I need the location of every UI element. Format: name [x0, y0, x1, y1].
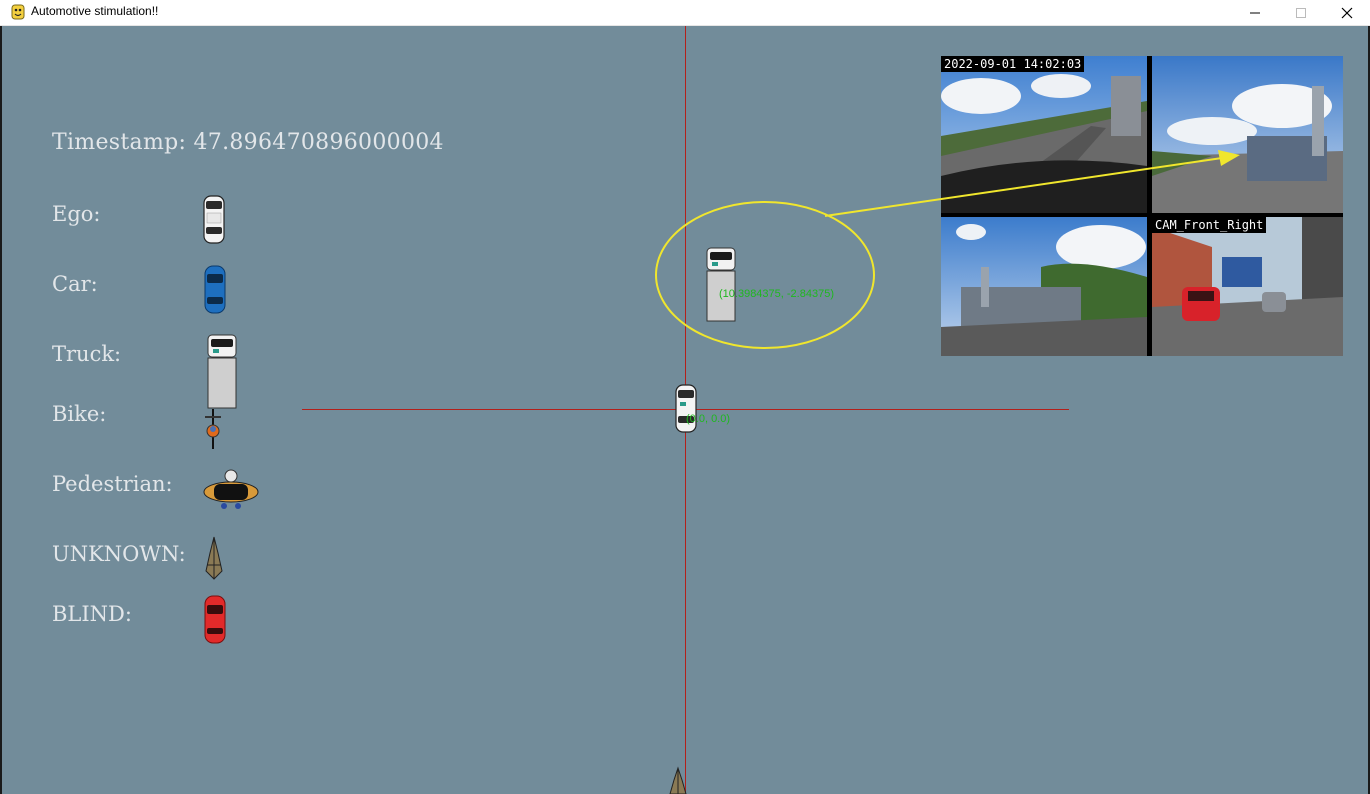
timestamp-label: Timestamp: 47.896470896000004: [52, 130, 444, 155]
legend-label-bike: Bike:: [52, 402, 107, 426]
ego-vehicle[interactable]: [674, 384, 698, 434]
camera-front-image: [1152, 56, 1343, 213]
close-button[interactable]: [1324, 0, 1370, 25]
camera-timestamp-overlay: 2022-09-01 14:02:03: [941, 56, 1085, 72]
blue-car-icon: [204, 265, 226, 314]
legend-label-unknown: UNKNOWN:: [52, 542, 186, 566]
minimize-icon: [1250, 12, 1260, 14]
camera-front[interactable]: [1152, 56, 1343, 213]
truck-icon: [207, 334, 237, 409]
highlight-ellipse: [655, 201, 875, 349]
window-titlebar: Automotive stimulation!!: [0, 0, 1370, 26]
camera-front-right-label: CAM_Front_Right: [1152, 217, 1267, 233]
camera-front-left[interactable]: 2022-09-01 14:02:03: [941, 56, 1147, 213]
camera-front-right[interactable]: CAM_Front_Right: [1152, 217, 1343, 356]
window-title: Automotive stimulation!!: [31, 4, 159, 18]
legend-label-truck: Truck:: [52, 342, 122, 366]
unknown-icon: [205, 536, 223, 580]
simulation-canvas[interactable]: Timestamp: 47.896470896000004 Ego: Car: …: [2, 26, 1368, 794]
maximize-button[interactable]: [1278, 0, 1324, 25]
ego-car-icon: [203, 195, 225, 244]
camera-grid: 2022-09-01 14:02:03 CAM_Front_Right: [941, 56, 1343, 356]
legend-label-pedestrian: Pedestrian:: [52, 472, 173, 496]
maximize-icon: [1296, 8, 1306, 18]
minimize-button[interactable]: [1232, 0, 1278, 25]
legend-label-blind: BLIND:: [52, 602, 132, 626]
close-icon: [1341, 7, 1353, 19]
python-app-icon: [11, 4, 25, 20]
legend-label-ego: Ego:: [52, 202, 101, 226]
camera-front-left-2-image: [941, 217, 1147, 356]
red-car-icon: [204, 595, 226, 644]
bike-icon: [205, 409, 221, 449]
camera-front-left-2[interactable]: [941, 217, 1147, 356]
unknown-object[interactable]: [666, 766, 690, 794]
camera-front-right-image: [1152, 217, 1343, 356]
ego-coordinate-label: (0.0, 0.0): [686, 413, 731, 425]
legend-label-car: Car:: [52, 272, 98, 296]
pedestrian-icon: [203, 469, 259, 509]
camera-front-left-image: [941, 56, 1147, 213]
